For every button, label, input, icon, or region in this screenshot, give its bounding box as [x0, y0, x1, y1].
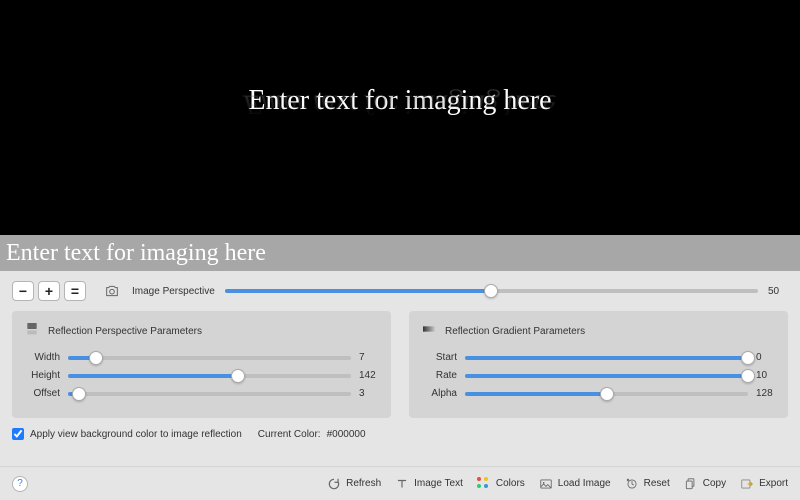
refresh-button[interactable]: Refresh [327, 477, 381, 491]
copy-icon [684, 477, 698, 491]
offset-slider[interactable] [68, 392, 351, 396]
reset-button[interactable]: Reset [625, 477, 670, 491]
perspective-value: 50 [768, 286, 788, 297]
alpha-value: 128 [756, 388, 776, 399]
top-controls-row: − + = Image Perspective 50 [12, 281, 788, 301]
panels-row: Reflection Perspective Parameters Width … [12, 311, 788, 418]
reflection-icon [24, 321, 40, 342]
preview-canvas: Enter text for imaging here Enter text f… [0, 0, 800, 235]
gradient-panel-title: Reflection Gradient Parameters [445, 326, 585, 337]
bottom-toolbar: ? Refresh Image Text Colors Load Image R… [0, 466, 800, 500]
reflection-perspective-panel: Reflection Perspective Parameters Width … [12, 311, 391, 418]
rate-label: Rate [421, 370, 457, 381]
preview-reflection: Enter text for imaging here [240, 87, 561, 119]
width-value: 7 [359, 352, 379, 363]
export-icon [740, 477, 754, 491]
text-icon [395, 477, 409, 491]
zoom-controls: − + = [12, 281, 86, 301]
zoom-in-button[interactable]: + [38, 281, 60, 301]
gradient-icon [421, 321, 437, 342]
camera-icon[interactable] [102, 281, 122, 301]
current-color-label: Current Color: [258, 429, 321, 440]
start-label: Start [421, 352, 457, 363]
image-text-button[interactable]: Image Text [395, 477, 463, 491]
rate-slider[interactable] [465, 374, 748, 378]
image-icon [539, 477, 553, 491]
help-button[interactable]: ? [12, 476, 28, 492]
apply-bg-row: Apply view background color to image ref… [12, 428, 788, 440]
perspective-label: Image Perspective [132, 286, 215, 297]
start-slider[interactable] [465, 356, 748, 360]
zoom-fit-button[interactable]: = [64, 281, 86, 301]
controls-area: − + = Image Perspective 50 Reflection Pe… [0, 271, 800, 450]
export-button[interactable]: Export [740, 477, 788, 491]
reflection-gradient-panel: Reflection Gradient Parameters Start 0 R… [409, 311, 788, 418]
offset-label: Offset [24, 388, 60, 399]
load-image-button[interactable]: Load Image [539, 477, 611, 491]
zoom-out-button[interactable]: − [12, 281, 34, 301]
height-value: 142 [359, 370, 379, 381]
width-label: Width [24, 352, 60, 363]
height-slider[interactable] [68, 374, 351, 378]
apply-bg-checkbox-label[interactable]: Apply view background color to image ref… [12, 428, 242, 440]
current-color-value: #000000 [327, 429, 366, 440]
image-text-input[interactable] [6, 240, 794, 267]
perspective-slider[interactable] [225, 289, 758, 293]
apply-bg-checkbox[interactable] [12, 428, 24, 440]
alpha-slider[interactable] [465, 392, 748, 396]
width-slider[interactable] [68, 356, 351, 360]
colors-icon [477, 477, 491, 491]
apply-bg-text: Apply view background color to image ref… [30, 429, 242, 440]
rate-value: 10 [756, 370, 776, 381]
offset-value: 3 [359, 388, 379, 399]
start-value: 0 [756, 352, 776, 363]
text-input-bar [0, 235, 800, 271]
reset-icon [625, 477, 639, 491]
height-label: Height [24, 370, 60, 381]
colors-button[interactable]: Colors [477, 477, 525, 491]
refresh-icon [327, 477, 341, 491]
reflection-panel-title: Reflection Perspective Parameters [48, 326, 202, 337]
copy-button[interactable]: Copy [684, 477, 726, 491]
alpha-label: Alpha [421, 388, 457, 399]
